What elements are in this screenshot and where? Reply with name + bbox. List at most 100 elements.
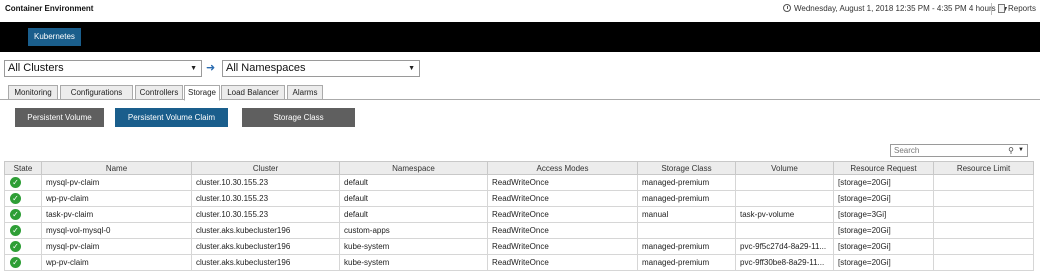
volume-cell <box>735 174 834 191</box>
state-cell: ✓ <box>4 206 42 223</box>
table-row[interactable]: ✓ wp-pv-claim cluster.aks.kubecluster196… <box>4 254 1034 271</box>
table-row[interactable]: ✓ mysql-vol-mysql-0 cluster.aks.kubeclus… <box>4 222 1034 239</box>
table-row[interactable]: ✓ mysql-pv-claim cluster.aks.kubecluster… <box>4 238 1034 255</box>
name-cell: mysql-vol-mysql-0 <box>41 222 192 239</box>
tab-controllers[interactable]: Controllers <box>135 85 183 100</box>
resource-request-cell: [storage=20Gi] <box>833 190 934 207</box>
cluster-cell: cluster.10.30.155.23 <box>191 206 340 223</box>
storage-class-cell <box>637 222 736 239</box>
column-header-state[interactable]: State <box>4 161 42 175</box>
ok-status-icon: ✓ <box>10 257 21 268</box>
persistent-volume-button[interactable]: Persistent Volume <box>15 108 104 127</box>
clock-icon <box>783 4 791 12</box>
table-row[interactable]: ✓ wp-pv-claim cluster.10.30.155.23 defau… <box>4 190 1034 207</box>
column-header-resource-limit[interactable]: Resource Limit <box>933 161 1034 175</box>
search-icon[interactable]: ⚲ <box>1008 145 1014 156</box>
reports-link[interactable]: Reports <box>998 4 1036 13</box>
namespace-cell: default <box>339 174 488 191</box>
resource-limit-cell <box>933 190 1034 207</box>
resource-request-cell: [storage=20Gi] <box>833 174 934 191</box>
namespace-cell: default <box>339 190 488 207</box>
access-modes-cell: ReadWriteOnce <box>487 254 638 271</box>
cluster-cell: cluster.10.30.155.23 <box>191 190 340 207</box>
cluster-select-value: All Clusters <box>8 62 64 74</box>
namespace-cell: kube-system <box>339 238 488 255</box>
volume-cell: pvc-9ff30be8-8a29-11... <box>735 254 834 271</box>
state-cell: ✓ <box>4 238 42 255</box>
access-modes-cell: ReadWriteOnce <box>487 174 638 191</box>
resource-limit-cell <box>933 238 1034 255</box>
ok-status-icon: ✓ <box>10 225 21 236</box>
name-cell: mysql-pv-claim <box>41 174 192 191</box>
top-bar: Container Environment Wednesday, August … <box>0 0 1040 20</box>
cluster-cell: cluster.aks.kubecluster196 <box>191 254 340 271</box>
tab-alarms[interactable]: Alarms <box>287 85 323 100</box>
cluster-select[interactable]: All Clusters ▼ <box>4 60 202 77</box>
pvc-table: State Name Cluster Namespace Access Mode… <box>4 161 1040 271</box>
resource-request-cell: [storage=20Gi] <box>833 238 934 255</box>
namespace-cell: custom-apps <box>339 222 488 239</box>
cluster-cell: cluster.aks.kubecluster196 <box>191 238 340 255</box>
search-placeholder: Search <box>894 146 920 155</box>
resource-limit-cell <box>933 174 1034 191</box>
name-cell: task-pv-claim <box>41 206 192 223</box>
state-cell: ✓ <box>4 222 42 239</box>
reports-label: Reports <box>1008 4 1037 13</box>
access-modes-cell: ReadWriteOnce <box>487 238 638 255</box>
chevron-down-icon[interactable]: ▼ <box>1018 145 1024 156</box>
volume-cell <box>735 190 834 207</box>
state-cell: ✓ <box>4 190 42 207</box>
resource-request-cell: [storage=3Gi] <box>833 206 934 223</box>
access-modes-cell: ReadWriteOnce <box>487 190 638 207</box>
storage-class-cell: managed-premium <box>637 190 736 207</box>
namespace-cell: default <box>339 206 488 223</box>
tab-load-balancer[interactable]: Load Balancer <box>221 85 285 100</box>
page-title: Container Environment <box>5 4 94 13</box>
search-input[interactable]: Search ⚲ ▼ <box>890 144 1028 157</box>
chevron-down-icon: ▼ <box>408 65 415 72</box>
arrow-right-icon: ➜ <box>206 62 216 74</box>
column-header-access-modes[interactable]: Access Modes <box>487 161 638 175</box>
storage-class-cell: manual <box>637 206 736 223</box>
divider <box>991 3 992 15</box>
report-icon <box>998 4 1005 13</box>
column-header-storage-class[interactable]: Storage Class <box>637 161 736 175</box>
table-row[interactable]: ✓ mysql-pv-claim cluster.10.30.155.23 de… <box>4 174 1034 191</box>
storage-class-button[interactable]: Storage Class <box>242 108 355 127</box>
namespace-select-value: All Namespaces <box>226 62 306 74</box>
table-row[interactable]: ✓ task-pv-claim cluster.10.30.155.23 def… <box>4 206 1034 223</box>
access-modes-cell: ReadWriteOnce <box>487 222 638 239</box>
column-header-volume[interactable]: Volume <box>735 161 834 175</box>
namespace-select[interactable]: All Namespaces ▼ <box>222 60 420 77</box>
volume-cell: pvc-9f5c27d4-8a29-11... <box>735 238 834 255</box>
access-modes-cell: ReadWriteOnce <box>487 206 638 223</box>
cluster-cell: cluster.aks.kubecluster196 <box>191 222 340 239</box>
column-header-resource-request[interactable]: Resource Request <box>833 161 934 175</box>
storage-class-cell: managed-premium <box>637 174 736 191</box>
volume-cell <box>735 222 834 239</box>
state-cell: ✓ <box>4 174 42 191</box>
resource-request-cell: [storage=20Gi] <box>833 254 934 271</box>
volume-cell: task-pv-volume <box>735 206 834 223</box>
kubernetes-button[interactable]: Kubernetes <box>28 28 81 46</box>
ok-status-icon: ✓ <box>10 209 21 220</box>
column-header-cluster[interactable]: Cluster <box>191 161 340 175</box>
storage-class-cell: managed-premium <box>637 254 736 271</box>
resource-limit-cell <box>933 254 1034 271</box>
column-header-name[interactable]: Name <box>41 161 192 175</box>
resource-limit-cell <box>933 222 1034 239</box>
nav-bar: Kubernetes <box>0 22 1040 52</box>
chevron-down-icon: ▼ <box>190 65 197 72</box>
resource-limit-cell <box>933 206 1034 223</box>
name-cell: mysql-pv-claim <box>41 238 192 255</box>
table-header-row: State Name Cluster Namespace Access Mode… <box>4 161 1034 175</box>
tab-storage[interactable]: Storage <box>184 85 220 101</box>
state-cell: ✓ <box>4 254 42 271</box>
ok-status-icon: ✓ <box>10 177 21 188</box>
tab-configurations[interactable]: Configurations <box>60 85 133 100</box>
time-range-selector[interactable]: Wednesday, August 1, 2018 12:35 PM - 4:3… <box>783 4 1009 13</box>
tab-monitoring[interactable]: Monitoring <box>8 85 58 100</box>
persistent-volume-claim-button[interactable]: Persistent Volume Claim <box>115 108 228 127</box>
name-cell: wp-pv-claim <box>41 254 192 271</box>
column-header-namespace[interactable]: Namespace <box>339 161 488 175</box>
